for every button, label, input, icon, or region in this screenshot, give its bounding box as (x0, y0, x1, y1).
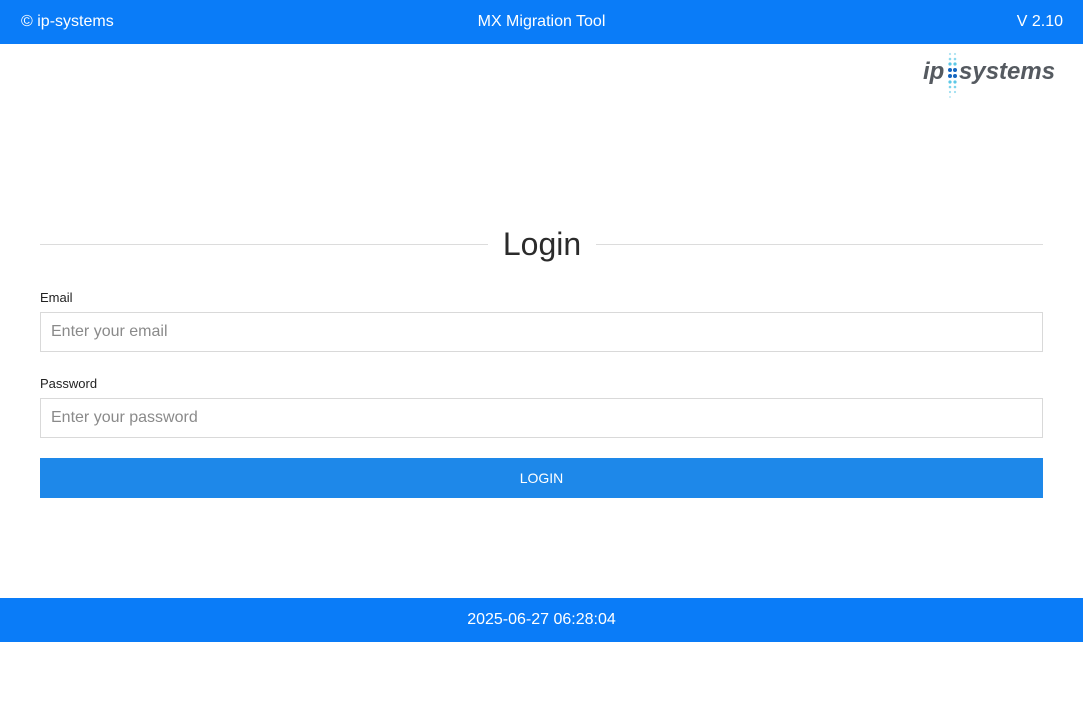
password-field[interactable] (40, 398, 1043, 438)
company-logo: ip systems (920, 50, 1055, 100)
email-field[interactable] (40, 312, 1043, 352)
app-title: MX Migration Tool (477, 13, 606, 30)
email-label: Email (40, 290, 73, 305)
login-heading: Login (502, 226, 582, 262)
footer-bar: 2025-06-27 06:28:04 (0, 598, 1083, 642)
heading-divider-left (40, 244, 488, 245)
login-heading-row: Login (40, 226, 1043, 266)
top-bar: © ip-systems MX Migration Tool V 2.10 (0, 0, 1083, 44)
footer-timestamp: 2025-06-27 06:28:04 (467, 611, 616, 628)
heading-divider-right (596, 244, 1043, 245)
login-button[interactable]: LOGIN (40, 458, 1043, 498)
version-label: V 2.10 (1016, 13, 1063, 30)
logo-text-systems: systems (959, 58, 1055, 85)
logo-text-ip: ip (923, 58, 944, 85)
password-label: Password (40, 376, 98, 391)
